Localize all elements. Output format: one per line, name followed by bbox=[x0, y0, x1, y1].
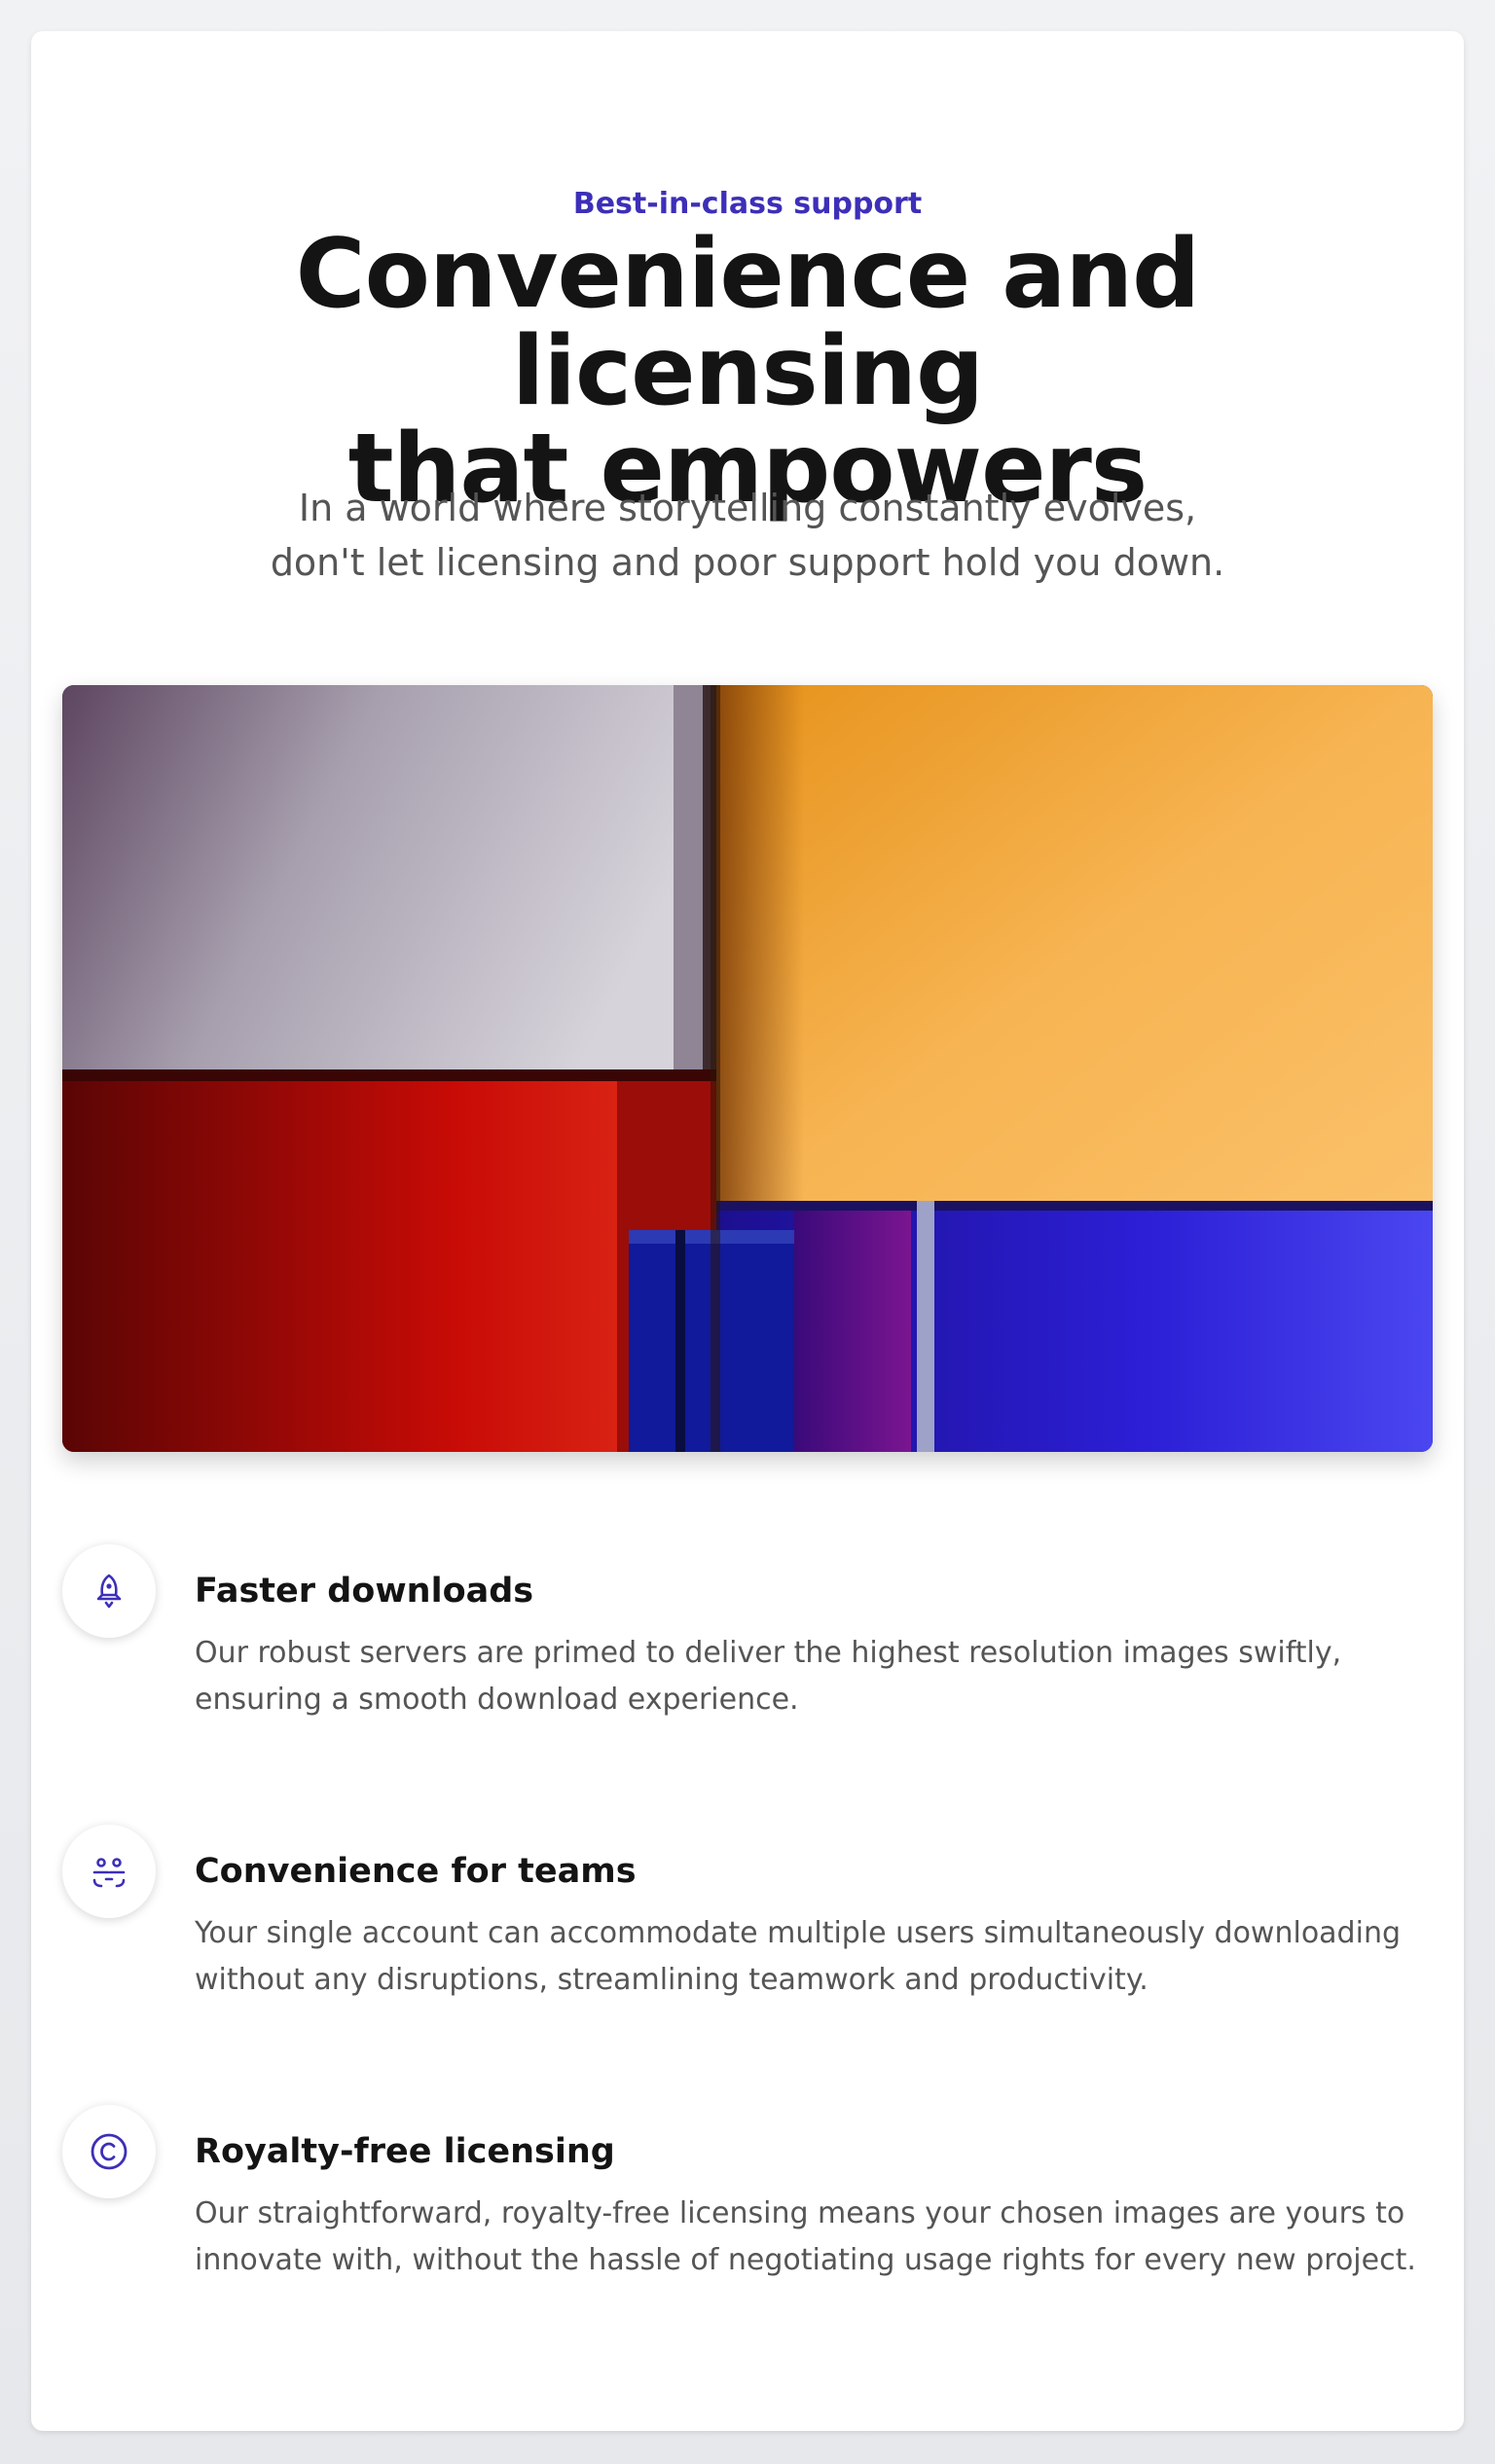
feature-description-line-2: innovate with, without the hassle of neg… bbox=[195, 2243, 1416, 2277]
feature-description-line-1: Your single account can accommodate mult… bbox=[195, 1916, 1401, 1950]
feature-description-line-1: Our straightforward, royalty-free licens… bbox=[195, 2196, 1405, 2230]
feature-title: Faster downloads bbox=[195, 1572, 534, 1611]
feature-description: Our robust servers are primed to deliver… bbox=[195, 1630, 1440, 1723]
feature-description: Our straightforward, royalty-free licens… bbox=[195, 2191, 1440, 2284]
abstract-blocks-illustration bbox=[62, 685, 1433, 1452]
section-headline: Convenience and licensing that empowers bbox=[90, 226, 1405, 518]
subtitle-line-2: don't let licensing and poor support hol… bbox=[270, 541, 1225, 584]
headline-line-1: Convenience and licensing bbox=[295, 219, 1201, 427]
feature-description: Your single account can accommodate mult… bbox=[195, 1910, 1440, 2004]
feature-title: Convenience for teams bbox=[195, 1852, 637, 1891]
feature-item-convenience-for-teams: Convenience for teams Your single accoun… bbox=[62, 1825, 1433, 2019]
copyright-icon bbox=[62, 2105, 156, 2198]
rocket-icon bbox=[62, 1544, 156, 1638]
hero-image bbox=[62, 685, 1433, 1452]
feature-item-royalty-free-licensing: Royalty-free licensing Our straightforwa… bbox=[62, 2105, 1433, 2300]
section-subtitle: In a world where storytelling constantly… bbox=[187, 481, 1308, 590]
section-eyebrow: Best-in-class support bbox=[572, 187, 923, 221]
feature-description-line-1: Our robust servers are primed to deliver… bbox=[195, 1636, 1342, 1670]
subtitle-line-1: In a world where storytelling constantly… bbox=[298, 487, 1197, 529]
feature-description-line-2: without any disruptions, streamlining te… bbox=[195, 1963, 1149, 1997]
feature-item-faster-downloads: Faster downloads Our robust servers are … bbox=[62, 1544, 1433, 1739]
feature-description-line-2: ensuring a smooth download experience. bbox=[195, 1683, 799, 1717]
team-users-icon bbox=[62, 1825, 156, 1918]
feature-title: Royalty-free licensing bbox=[195, 2132, 615, 2171]
support-section-card: Best-in-class support Convenience and li… bbox=[31, 31, 1464, 2431]
